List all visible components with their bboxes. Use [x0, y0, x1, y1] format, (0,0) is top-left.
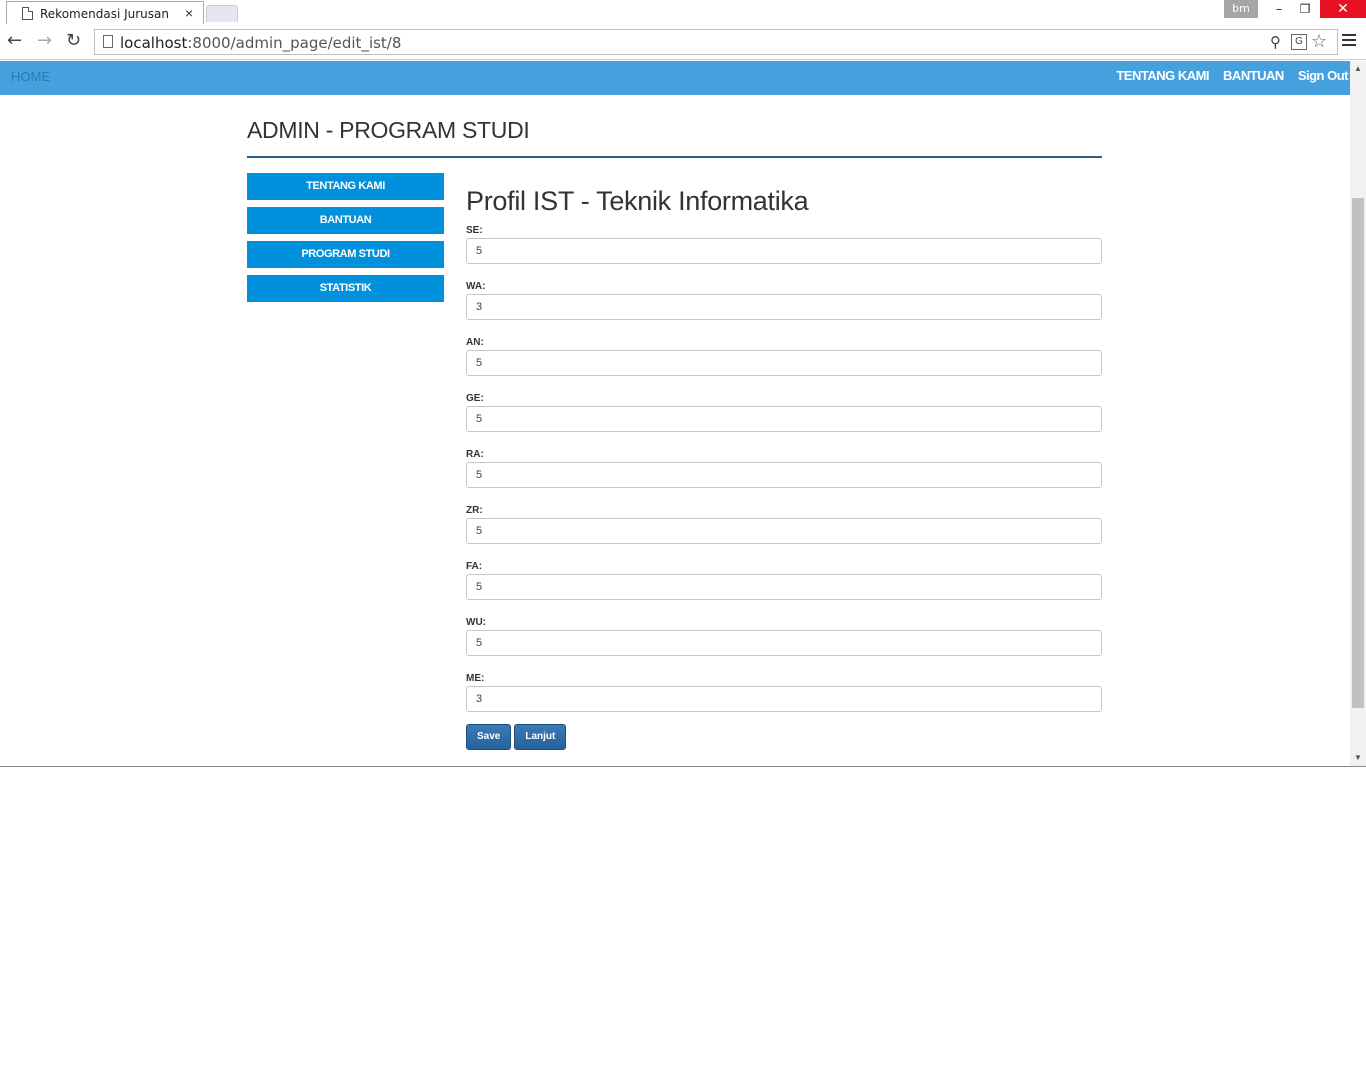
wu-input[interactable] — [466, 630, 1102, 656]
bookmark-star-icon[interactable]: ☆ — [1311, 31, 1327, 52]
browser-toolbar: ← → ↻ localhost:8000/admin_page/edit_ist… — [0, 24, 1366, 60]
save-button[interactable]: Save — [466, 724, 512, 750]
page-viewport: HOME TENTANG KAMI BANTUAN Sign Out ▲ ▼ A… — [0, 61, 1366, 767]
zoom-icon[interactable]: ⚲ — [1270, 33, 1281, 51]
field-label: ME: — [466, 673, 485, 684]
wa-input[interactable] — [466, 294, 1102, 320]
browser-tab[interactable]: Rekomendasi Jurusan × — [6, 1, 204, 24]
nav-sign-out-link[interactable]: Sign Out — [1298, 68, 1349, 83]
sidebar-item-program-studi[interactable]: PROGRAM STUDI — [247, 241, 444, 268]
address-bar[interactable]: localhost:8000/admin_page/edit_ist/8 ⚲ G… — [94, 29, 1338, 55]
me-input[interactable] — [466, 686, 1102, 712]
translate-icon[interactable]: G — [1291, 34, 1307, 50]
field-fa: FA: — [466, 555, 1102, 611]
ra-input[interactable] — [466, 462, 1102, 488]
ge-input[interactable] — [466, 406, 1102, 432]
sidebar-item-bantuan[interactable]: BANTUAN — [247, 207, 444, 234]
field-ge: GE: — [466, 387, 1102, 443]
scroll-down-icon[interactable]: ▼ — [1354, 753, 1362, 762]
scroll-thumb[interactable] — [1352, 198, 1364, 708]
url-host: localhost — [120, 34, 188, 52]
field-label: AN: — [466, 337, 484, 348]
profile-badge[interactable]: bm — [1224, 0, 1258, 18]
new-tab-button[interactable] — [206, 5, 238, 22]
page-icon — [22, 7, 33, 20]
field-se: SE: — [466, 219, 1102, 275]
field-label: GE: — [466, 393, 484, 404]
browser-menu-icon[interactable] — [1342, 34, 1356, 49]
field-label: ZR: — [466, 505, 483, 516]
field-label: SE: — [466, 225, 483, 236]
field-zr: ZR: — [466, 499, 1102, 555]
restore-icon[interactable]: ❐ — [1292, 0, 1318, 18]
page-scrollbar[interactable]: ▲ ▼ — [1350, 61, 1366, 766]
close-window-icon[interactable]: ✕ — [1320, 0, 1366, 18]
field-an: AN: — [466, 331, 1102, 387]
se-input[interactable] — [466, 238, 1102, 264]
url-path: :8000/admin_page/edit_ist/8 — [187, 34, 402, 52]
field-wu: WU: — [466, 611, 1102, 667]
zr-input[interactable] — [466, 518, 1102, 544]
minimize-icon[interactable]: – — [1266, 0, 1292, 18]
field-label: WU: — [466, 617, 486, 628]
page-title: ADMIN - PROGRAM STUDI — [247, 117, 530, 143]
page-info-icon[interactable] — [103, 35, 113, 48]
form-title: Profil IST - Teknik Informatika — [466, 186, 809, 216]
top-navbar: HOME TENTANG KAMI BANTUAN Sign Out — [0, 61, 1350, 95]
field-ra: RA: — [466, 443, 1102, 499]
browser-tabstrip: Rekomendasi Jurusan × bm – ❐ ✕ — [0, 0, 1366, 24]
reload-icon[interactable]: ↻ — [66, 32, 81, 50]
sidebar-item-statistik[interactable]: STATISTIK — [247, 275, 444, 302]
field-label: FA: — [466, 561, 483, 572]
sidebar-item-tentang-kami[interactable]: TENTANG KAMI — [247, 173, 444, 200]
empty-area — [0, 768, 1366, 1066]
back-arrow-icon[interactable]: ← — [7, 32, 22, 50]
nav-bantuan-link[interactable]: BANTUAN — [1223, 68, 1284, 83]
forward-arrow-icon[interactable]: → — [37, 32, 52, 50]
an-input[interactable] — [466, 350, 1102, 376]
nav-tentang-kami-link[interactable]: TENTANG KAMI — [1116, 68, 1209, 83]
field-me: ME: — [466, 667, 1102, 723]
field-label: WA: — [466, 281, 486, 292]
field-label: RA: — [466, 449, 484, 460]
field-wa: WA: — [466, 275, 1102, 331]
fa-input[interactable] — [466, 574, 1102, 600]
nav-right-links: TENTANG KAMI BANTUAN Sign Out — [1116, 68, 1348, 83]
url-text[interactable]: localhost:8000/admin_page/edit_ist/8 — [120, 34, 401, 52]
lanjut-button[interactable]: Lanjut — [514, 724, 567, 750]
nav-home-link[interactable]: HOME — [11, 69, 50, 84]
scroll-up-icon[interactable]: ▲ — [1354, 64, 1362, 73]
ist-profile-form: Profil IST - Teknik Informatika SE: WA: … — [466, 183, 1102, 750]
sidebar-menu: TENTANG KAMI BANTUAN PROGRAM STUDI STATI… — [247, 173, 444, 309]
form-actions: Save Lanjut — [466, 724, 567, 750]
tab-title: Rekomendasi Jurusan — [40, 7, 169, 21]
tab-close-icon[interactable]: × — [185, 5, 193, 21]
heading-divider — [247, 156, 1102, 158]
